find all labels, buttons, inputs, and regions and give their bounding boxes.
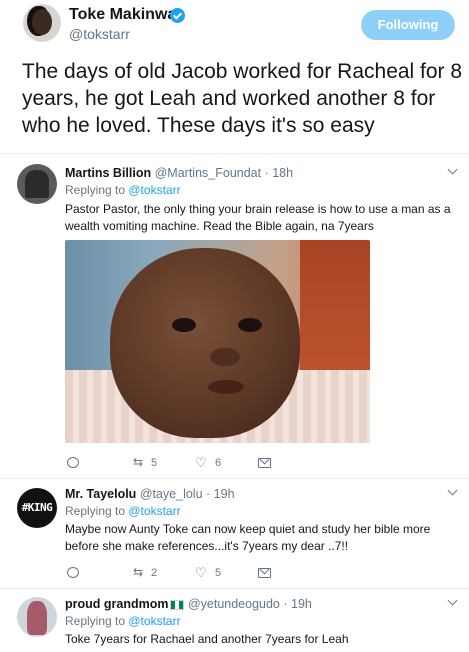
main-avatar[interactable] (23, 4, 61, 42)
direct-message-icon[interactable] (258, 458, 271, 468)
replying-to: Replying to @tokstarr (65, 614, 181, 628)
replying-prefix: Replying to (65, 183, 129, 197)
main-author-handle[interactable]: @tokstarr (69, 26, 130, 42)
chevron-down-icon[interactable] (447, 166, 457, 176)
direct-message-icon[interactable] (258, 568, 271, 578)
replying-to: Replying to @tokstarr (65, 183, 181, 197)
reply-author: Mr. Tayelolu @taye_lolu · 19h (65, 487, 235, 501)
reply-time[interactable]: · 18h (265, 166, 294, 180)
retweet-icon[interactable]: ⇆ (133, 566, 147, 578)
reply-author: Martins Billion @Martins_Foundat · 18h (65, 166, 293, 180)
tweet-actions: ⇆ 2 ♡ 5 (65, 565, 295, 581)
reply-author-handle[interactable]: @taye_lolu (140, 487, 203, 501)
replying-to: Replying to @tokstarr (65, 504, 181, 518)
replying-to-link[interactable]: @tokstarr (128, 504, 180, 518)
reply-text: Maybe now Aunty Toke can now keep quiet … (65, 522, 431, 553)
replying-prefix: Replying to (65, 504, 129, 518)
reply-author-name[interactable]: Mr. Tayelolu (65, 487, 136, 501)
heart-icon[interactable]: ♡ (195, 455, 207, 471)
retweet-icon[interactable]: ⇆ (133, 456, 147, 468)
chevron-down-icon[interactable] (447, 487, 457, 497)
reply-avatar[interactable] (17, 597, 57, 637)
replying-prefix: Replying to (65, 614, 129, 628)
divider (0, 588, 469, 589)
like-count: 5 (215, 567, 222, 579)
like-count: 6 (215, 457, 222, 469)
following-button[interactable]: Following (361, 10, 455, 40)
avatar-text: #KING (21, 501, 53, 514)
reply-author-name[interactable]: proud grandmom (65, 597, 168, 611)
reply-avatar[interactable]: #KING (17, 488, 57, 528)
reply-author-handle[interactable]: @yetundeogudo (188, 597, 280, 611)
main-author-name[interactable]: Toke Makinwa (69, 6, 176, 24)
reply-text: Toke 7years for Rachael and another 7yea… (65, 632, 349, 646)
reply-time[interactable]: · 19h (206, 487, 235, 501)
replying-to-link[interactable]: @tokstarr (128, 614, 180, 628)
verified-badge-icon (170, 8, 185, 23)
nigeria-flag-icon (170, 599, 185, 610)
tweet-actions: ⇆ 5 ♡ 6 (65, 455, 295, 471)
reply-photo[interactable] (65, 240, 370, 443)
reply-author: proud grandmom @yetundeogudo · 19h (65, 597, 312, 611)
retweet-count: 2 (151, 567, 158, 579)
reply-icon[interactable] (67, 457, 79, 468)
divider (0, 153, 469, 154)
reply-avatar[interactable] (17, 164, 57, 204)
reply-icon[interactable] (67, 567, 79, 578)
reply-author-name[interactable]: Martins Billion (65, 166, 151, 180)
main-tweet-text: The days of old Jacob worked for Racheal… (22, 60, 463, 137)
heart-icon[interactable]: ♡ (195, 565, 207, 581)
reply-text: Pastor Pastor, the only thing your brain… (65, 202, 451, 233)
reply-time[interactable]: · 19h (283, 597, 312, 611)
retweet-count: 5 (151, 457, 158, 469)
replying-to-link[interactable]: @tokstarr (128, 183, 180, 197)
chevron-down-icon[interactable] (447, 597, 457, 607)
divider (0, 478, 469, 479)
reply-author-handle[interactable]: @Martins_Foundat (155, 166, 262, 180)
